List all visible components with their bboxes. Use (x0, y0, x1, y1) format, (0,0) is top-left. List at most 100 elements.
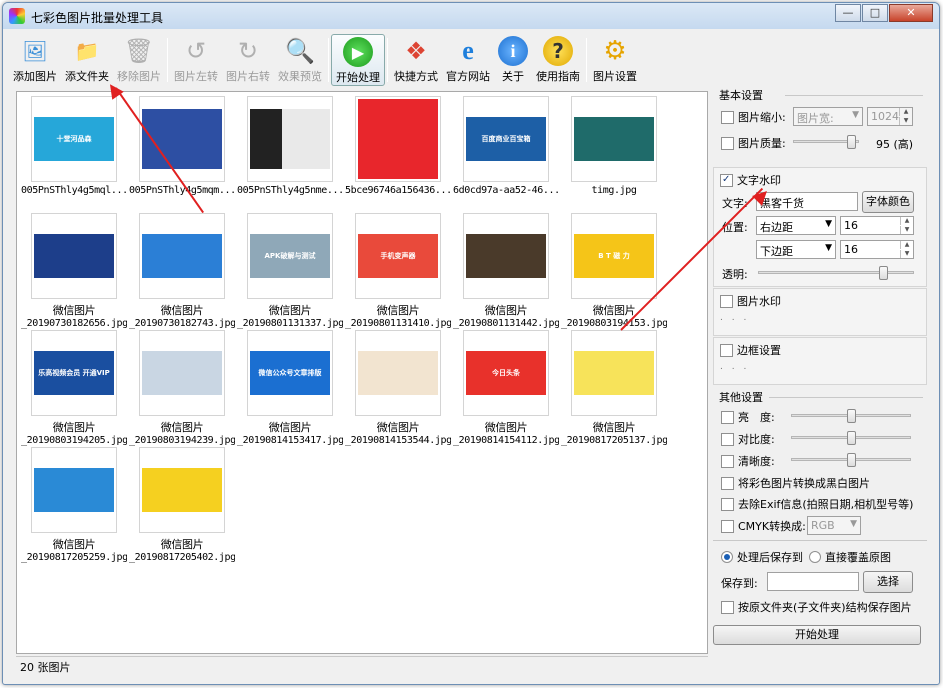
border-more[interactable]: . . . (720, 362, 749, 372)
toolbar-button-add-folder[interactable]: 📁 添文件夹 (61, 34, 113, 86)
quality-option[interactable]: 图片质量: (721, 135, 786, 151)
keep-structure-checkbox[interactable] (721, 600, 734, 614)
spin-up-icon[interactable]: ▲ (900, 241, 913, 249)
image-thumbnail[interactable]: timg.jpg (561, 96, 667, 196)
contrast-slider[interactable] (791, 431, 911, 445)
maximize-button[interactable]: □ (862, 4, 888, 22)
spin-down-icon[interactable]: ▼ (900, 250, 913, 258)
contrast-option[interactable]: 对比度: (721, 431, 775, 447)
image-thumbnail[interactable]: APK破解与测试 微信图片 _20190801131337.jpg (237, 213, 343, 329)
exif-option[interactable]: 去除Exif信息(拍照日期,相机型号等) (721, 496, 913, 512)
image-thumbnail[interactable]: 微信图片 _20190817205259.jpg (21, 447, 127, 563)
image-watermark-option[interactable]: 图片水印 (720, 293, 781, 309)
resize-mode-select[interactable]: 图片宽: ▼ (793, 107, 863, 126)
minimize-button[interactable]: — (835, 4, 861, 22)
thumbnail-name-line2: _20190817205137.jpg (561, 435, 667, 446)
spin-down-icon[interactable]: ▼ (899, 117, 912, 125)
resize-option[interactable]: 图片缩小: (721, 109, 786, 125)
resize-checkbox[interactable] (721, 110, 734, 124)
thumbnail-frame (247, 96, 333, 182)
opacity-slider-thumb[interactable] (879, 266, 888, 280)
toolbar-button-magnifier[interactable]: 🔍 效果预览 (274, 34, 326, 86)
text-watermark-option[interactable]: 文字水印 (720, 172, 781, 188)
image-thumbnail[interactable]: 微信图片 _20190801131442.jpg (453, 213, 559, 329)
image-watermark-more[interactable]: . . . (720, 313, 749, 323)
image-thumbnail[interactable]: 百度商业百宝箱 6d0cd97a-aa52-46... (453, 96, 559, 196)
thumbnail-frame: 今日头条 (463, 330, 549, 416)
toolbar-button-ie-browser[interactable]: e 官方网站 (442, 34, 494, 86)
toolbar-button-add-image[interactable]: 🖼 添加图片 (9, 34, 61, 86)
toolbar-button-rotate-left[interactable]: ↺ 图片左转 (170, 34, 222, 86)
font-color-button[interactable]: 字体颜色 (862, 191, 914, 213)
image-thumbnail[interactable]: 十堂河品森 005PnSThly4g5mql... (21, 96, 127, 196)
opacity-slider[interactable] (758, 266, 914, 280)
image-thumbnail[interactable]: 乐高视频会员 开通VIP 微信图片 _20190803194205.jpg (21, 330, 127, 446)
brightness-slider-thumb[interactable] (847, 409, 856, 423)
toolbar-button-info[interactable]: i 关于 (494, 34, 532, 86)
thumbnail-image: 十堂河品森 (34, 117, 114, 161)
sharpness-option[interactable]: 清晰度: (721, 453, 775, 469)
brightness-slider[interactable] (791, 409, 911, 423)
text-watermark-header: 文字水印 (737, 174, 781, 187)
text-watermark-checkbox[interactable] (720, 173, 733, 187)
image-grid[interactable]: 🔍 十堂河品森005PnSThly4g5mql...005PnSThly4g5m… (16, 91, 708, 654)
image-thumbnail[interactable]: 微信图片 _20190730182656.jpg (21, 213, 127, 329)
keep-structure-label: 按原文件夹(子文件夹)结构保存图片 (738, 601, 912, 614)
cmyk-target-select[interactable]: RGB ▼ (807, 516, 861, 535)
image-thumbnail[interactable]: 微信图片 _20190814153544.jpg (345, 330, 451, 446)
exif-checkbox[interactable] (721, 497, 734, 511)
quality-slider[interactable] (793, 135, 859, 149)
spin-up-icon[interactable]: ▲ (900, 217, 913, 225)
toolbar-button-play[interactable]: ▶ 开始处理 (331, 34, 385, 86)
title-bar[interactable]: 七彩色图片批量处理工具 — □ ✕ (3, 3, 939, 29)
sharpness-slider[interactable] (791, 453, 911, 467)
toolbar-button-rotate-right[interactable]: ↻ 图片右转 (222, 34, 274, 86)
save-to-radio[interactable] (721, 551, 733, 563)
browse-button[interactable]: 选择 (863, 571, 913, 593)
grayscale-option[interactable]: 将彩色图片转换成黑白图片 (721, 475, 870, 491)
image-thumbnail[interactable]: 微信图片 _20190730182743.jpg (129, 213, 235, 329)
save-to-input[interactable] (767, 572, 859, 591)
border-option[interactable]: 边框设置 (720, 342, 781, 358)
contrast-slider-thumb[interactable] (847, 431, 856, 445)
image-thumbnail[interactable]: 微信图片 _20190817205137.jpg (561, 330, 667, 446)
quality-slider-thumb[interactable] (847, 135, 856, 149)
toolbar-button-remove-image[interactable]: 🗑 移除图片 (113, 34, 165, 86)
sharpness-checkbox[interactable] (721, 454, 734, 468)
toolbar-button-help[interactable]: ? 使用指南 (532, 34, 584, 86)
toolbar-button-gear[interactable]: ⚙ 图片设置 (589, 34, 641, 86)
image-thumbnail[interactable]: 今日头条 微信图片 _20190814154112.jpg (453, 330, 559, 446)
image-watermark-checkbox[interactable] (720, 294, 733, 308)
spin-up-icon[interactable]: ▲ (899, 108, 912, 116)
keep-structure-option[interactable]: 按原文件夹(子文件夹)结构保存图片 (721, 599, 912, 615)
spin-down-icon[interactable]: ▼ (900, 226, 913, 234)
vertical-offset-spinner[interactable]: 16 ▲ ▼ (840, 240, 914, 259)
image-thumbnail[interactable]: 005PnSThly4g5nme... (237, 96, 343, 196)
horizontal-offset-spinner[interactable]: 16 ▲ ▼ (840, 216, 914, 235)
image-thumbnail[interactable]: 微信图片 _20190817205402.jpg (129, 447, 235, 563)
overwrite-radio[interactable] (809, 551, 821, 563)
cmyk-option[interactable]: CMYK转换成: (721, 518, 806, 534)
grayscale-checkbox[interactable] (721, 476, 734, 490)
thumbnail-frame: 微信公众号文章排版 (247, 330, 333, 416)
brightness-option[interactable]: 亮 度: (721, 409, 775, 425)
sharpness-slider-thumb[interactable] (847, 453, 856, 467)
image-thumbnail[interactable]: B T 磁 力微信图片 _20190803194153.jpg (561, 213, 667, 329)
resize-value-spinner[interactable]: 1024 ▲ ▼ (867, 107, 913, 126)
image-thumbnail[interactable]: 5bce96746a156436... (345, 96, 451, 196)
image-thumbnail[interactable]: 微信公众号文章排版 微信图片 _20190814153417.jpg (237, 330, 343, 446)
save-to-option[interactable]: 处理后保存到 (721, 549, 803, 565)
brightness-checkbox[interactable] (721, 410, 734, 424)
quality-checkbox[interactable] (721, 136, 734, 150)
cmyk-checkbox[interactable] (721, 519, 734, 533)
overwrite-option[interactable]: 直接覆盖原图 (809, 549, 891, 565)
contrast-checkbox[interactable] (721, 432, 734, 446)
vertical-align-select[interactable]: 下边距 ▼ (756, 240, 836, 259)
image-thumbnail[interactable]: 手机变声器 微信图片 _20190801131410.jpg (345, 213, 451, 329)
close-button[interactable]: ✕ (889, 4, 933, 22)
image-thumbnail[interactable]: 微信图片 _20190803194239.jpg (129, 330, 235, 446)
border-checkbox[interactable] (720, 343, 733, 357)
start-processing-button[interactable]: 开始处理 (713, 625, 921, 645)
horizontal-align-select[interactable]: 右边距 ▼ (756, 216, 836, 235)
toolbar-button-shortcut-cubes[interactable]: ❖ 快捷方式 (390, 34, 442, 86)
